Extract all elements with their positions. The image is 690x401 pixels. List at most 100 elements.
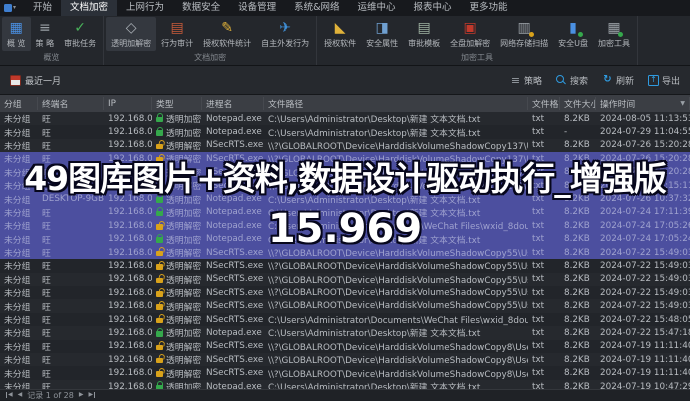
menu-item-3[interactable]: 数据安全	[173, 0, 229, 16]
cell-6: txt	[528, 301, 560, 311]
table-row[interactable]: 未分组旺192.168.0.8透明加密Notepad.exeC:\Users\A…	[0, 233, 690, 246]
cell-6: txt	[528, 207, 560, 217]
last-page-button[interactable]: ▶	[88, 392, 95, 398]
cell-6: txt	[528, 234, 560, 244]
menu-item-6[interactable]: 运维中心	[349, 0, 405, 16]
column-header-4[interactable]: 进程名	[202, 97, 264, 110]
ribbon-button-1-0[interactable]: ◇透明加解密	[106, 17, 156, 51]
cell-5: \\?\GLOBALROOT\Device\HarddiskVolumeShad…	[264, 353, 528, 366]
table-row[interactable]: 未分组旺192.168.0.8透明解密NSecRTS.exe\\?\GLOBAL…	[0, 273, 690, 286]
menu-item-7[interactable]: 报表中心	[405, 0, 461, 16]
cell-5: C:\Users\Administrator\Documents\WeChat …	[264, 313, 528, 326]
table-row[interactable]: 未分组旺192.168.0.8透明解密NSecRTS.exe\\?\GLOBAL…	[0, 259, 690, 272]
first-page-button[interactable]: ◀	[6, 392, 13, 398]
cell-7: 8.2KB	[560, 301, 596, 311]
behavior-audit-icon: ▤	[169, 19, 186, 36]
cell-1: 旺	[38, 326, 104, 339]
cell-2: 192.168.0.8	[104, 382, 152, 390]
ribbon-button-1-3[interactable]: ✈自主外发行为	[256, 17, 314, 51]
cell-5: \\?\GLOBALROOT\Device\HarddiskVolumeShad…	[264, 139, 528, 152]
column-header-2[interactable]: IP	[104, 97, 152, 110]
cell-4: Notepad.exe	[202, 194, 264, 204]
table-row[interactable]: 未分组旺192.168.0.8透明解密Notepad.exeC:\Users\A…	[0, 219, 690, 232]
table-row[interactable]: 未分组旺192.168.0.8透明加密Notepad.exeC:\Users\A…	[0, 125, 690, 138]
cell-7: 8.2KB	[560, 234, 596, 244]
table-row[interactable]: 未分组旺192.168.0.8透明加密Notepad.exeC:\Users\A…	[0, 380, 690, 389]
next-page-button[interactable]: ▶	[79, 392, 84, 398]
table-row[interactable]: 未分组旺192.168.0.8透明解密NSecRTS.exe\\?\GLOBAL…	[0, 166, 690, 179]
ribbon-button-2-1[interactable]: ◨安全属性	[361, 17, 403, 51]
type-label: 透明解密	[166, 139, 201, 152]
table-row[interactable]: 未分组旺192.168.0.8透明加密Notepad.exeC:\Users\A…	[0, 326, 690, 339]
menu-item-2[interactable]: 上网行为	[117, 0, 173, 16]
filter-action-2[interactable]: ↻刷新	[602, 74, 634, 87]
prev-page-button[interactable]: ◀	[18, 392, 23, 398]
filter-action-3[interactable]: ↑导出	[648, 74, 680, 87]
menu-item-5[interactable]: 系统&网络	[285, 0, 348, 16]
menu-item-4[interactable]: 设备管理	[229, 0, 285, 16]
type-label: 透明加密	[166, 193, 201, 206]
cell-4: NSecRTS.exe	[202, 355, 264, 365]
table-row[interactable]: 未分组旺192.168.0.8透明解密NSecRTS.exe\\?\GLOBAL…	[0, 353, 690, 366]
table-row[interactable]: 未分组旺192.168.0.8透明解密NSecRTS.exe\\?\GLOBAL…	[0, 286, 690, 299]
ribbon-button-2-6[interactable]: ▦加密工具	[593, 17, 635, 51]
cell-1: 旺	[38, 286, 104, 299]
cell-1: 旺	[38, 340, 104, 353]
lock-open-icon	[156, 144, 163, 150]
table-row[interactable]: 未分组旺192.168.0.8透明解密NSecRTS.exe\\?\GLOBAL…	[0, 246, 690, 259]
menu-item-0[interactable]: 开始	[24, 0, 61, 16]
table-row[interactable]: 未分组旺192.168.0.8透明解密NSecRTS.exeC:\Users\A…	[0, 313, 690, 326]
filter-action-0[interactable]: ≡策略	[510, 74, 542, 87]
table-row[interactable]: 未分组旺192.168.0.8透明解密NSecRTS.exe\\?\GLOBAL…	[0, 366, 690, 379]
table-row[interactable]: 未分组DESKTOP-9GBNV06192.168.0.6透明加密Notepad…	[0, 192, 690, 205]
ribbon-button-2-2[interactable]: ▤审批模板	[403, 17, 445, 51]
column-header-0[interactable]: 分组	[0, 97, 38, 110]
ribbon-button-2-5[interactable]: ▮安全U盘	[553, 17, 593, 51]
cell-5: \\?\GLOBALROOT\Device\HarddiskVolumeShad…	[264, 367, 528, 380]
type-label: 透明加密	[166, 126, 201, 139]
ribbon-button-2-4[interactable]: ▥网络存储扫描	[495, 17, 553, 51]
column-header-5[interactable]: 文件路径	[264, 97, 528, 110]
cell-2: 192.168.0.8	[104, 154, 152, 164]
cell-2: 192.168.0.8	[104, 328, 152, 338]
cell-0: 未分组	[0, 112, 38, 125]
cell-5: \\?\GLOBALROOT\Device\HarddiskVolumeShad…	[264, 259, 528, 272]
app-menu-button[interactable]: ▾	[4, 4, 16, 12]
ribbon-button-1-1[interactable]: ▤行为审计	[156, 17, 198, 51]
column-header-3[interactable]: 类型	[152, 97, 202, 110]
ribbon-button-1-2[interactable]: ✎授权软件统计	[198, 17, 256, 51]
ribbon-button-0-0[interactable]: ▦ 概 览	[2, 17, 31, 51]
date-range-filter[interactable]: 最近一月	[10, 74, 61, 87]
column-header-6[interactable]: 文件格式	[528, 97, 560, 110]
table-row[interactable]: 未分组旺192.168.0.8透明解密NSecRTS.exe\\?\GLOBAL…	[0, 340, 690, 353]
cell-3: 透明加密	[152, 112, 202, 125]
column-header-7[interactable]: 文件大小	[560, 97, 596, 110]
filter-action-1[interactable]: 搜索	[556, 74, 588, 87]
cell-4: NSecRTS.exe	[202, 274, 264, 284]
table-row[interactable]: 未分组旺192.168.0.8透明解密NSecRTS.exe\\?\GLOBAL…	[0, 179, 690, 192]
ribbon-button-label: 概 览	[7, 38, 26, 49]
table-row[interactable]: 未分组旺192.168.0.8透明解密NSecRTS.exe\\?\GLOBAL…	[0, 299, 690, 312]
lock-closed-icon	[156, 385, 163, 389]
column-header-1[interactable]: 终端名	[38, 97, 104, 110]
cell-4: NSecRTS.exe	[202, 288, 264, 298]
menu-item-8[interactable]: 更多功能	[461, 0, 517, 16]
ribbon-button-0-2[interactable]: ✓审批任务	[59, 17, 101, 51]
table-row[interactable]: 未分组旺192.168.0.8透明加密Notepad.exeC:\Users\A…	[0, 112, 690, 125]
ribbon-button-2-0[interactable]: ◣授权软件	[319, 17, 361, 51]
ribbon-button-0-1[interactable]: ≡策 略	[31, 17, 60, 51]
column-header-8[interactable]: 操作时间▼	[596, 97, 690, 110]
lock-open-icon	[156, 171, 163, 177]
cell-8: 2024-07-24 17:05:24	[596, 234, 690, 244]
menu-item-1[interactable]: 文档加密	[61, 0, 117, 16]
table-row[interactable]: 未分组旺192.168.0.8透明解密NSecRTS.exe\\?\GLOBAL…	[0, 139, 690, 152]
cell-5: C:\Users\Administrator\Desktop\新建 文本文档.t…	[264, 112, 528, 125]
table-row[interactable]: 未分组旺192.168.0.8透明解密NSecRTS.exe\\?\GLOBAL…	[0, 152, 690, 165]
ribbon-button-2-3[interactable]: ▣全盘加解密	[445, 17, 495, 51]
cell-0: 未分组	[0, 313, 38, 326]
cell-2: 192.168.0.8	[104, 181, 152, 191]
type-label: 透明解密	[166, 273, 201, 286]
overview-icon: ▦	[8, 19, 25, 36]
table-row[interactable]: 未分组旺192.168.0.8透明加密Notepad.exeC:\Users\A…	[0, 206, 690, 219]
cell-8: 2024-07-22 15:49:03	[596, 301, 690, 311]
